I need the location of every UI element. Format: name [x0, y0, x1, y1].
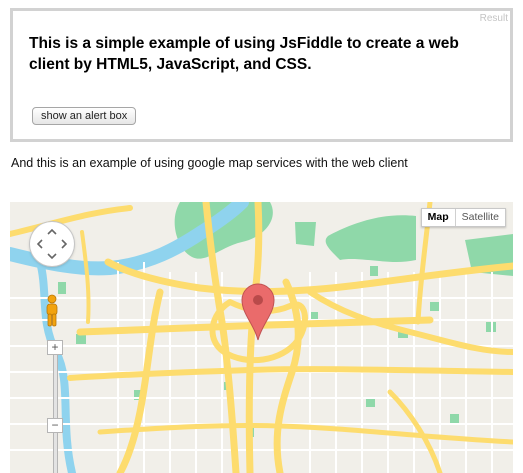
- zoom-slider-track[interactable]: [53, 355, 58, 473]
- show-alert-button[interactable]: show an alert box: [32, 107, 137, 125]
- zoom-slider-handle[interactable]: −: [47, 418, 63, 433]
- page: Result This is a simple example of using…: [0, 0, 523, 473]
- map-intro-text: And this is an example of using google m…: [11, 156, 408, 170]
- pan-control[interactable]: [30, 222, 74, 266]
- map-type-satellite-button[interactable]: Satellite: [454, 209, 505, 226]
- map-type-map-button[interactable]: Map: [422, 209, 455, 226]
- result-frame: Result This is a simple example of using…: [10, 8, 513, 142]
- map-tiles[interactable]: [10, 202, 513, 473]
- pan-right-icon[interactable]: [59, 239, 69, 249]
- frame-heading: This is a simple example of using JsFidd…: [29, 35, 459, 73]
- zoom-in-button[interactable]: +: [47, 340, 63, 355]
- map-type-control: Map Satellite: [420, 208, 506, 227]
- map-canvas[interactable]: Map Satellite + −: [10, 202, 513, 473]
- pegman-icon[interactable]: [44, 294, 60, 328]
- pan-up-icon[interactable]: [47, 227, 57, 237]
- pan-left-icon[interactable]: [35, 239, 45, 249]
- pan-down-icon[interactable]: [47, 251, 57, 261]
- result-label: Result: [479, 13, 508, 24]
